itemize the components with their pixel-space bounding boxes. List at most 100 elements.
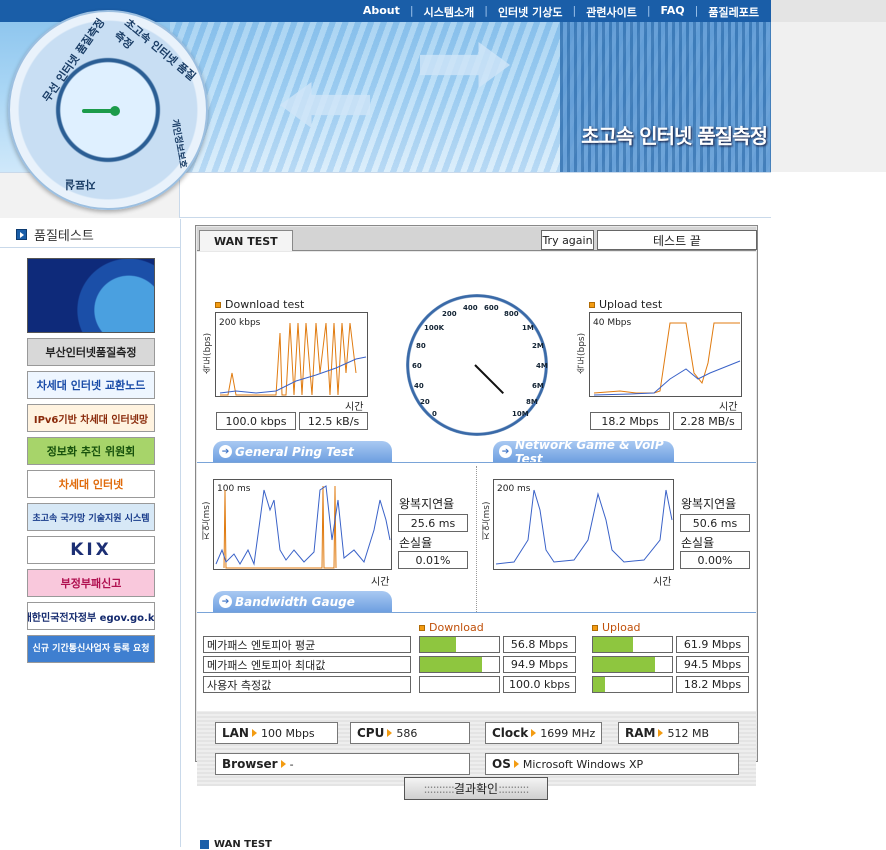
bandwidth-upload-heading: Upload xyxy=(592,621,641,634)
sidebar-link-next-internet[interactable]: 차세대 인터넷 xyxy=(27,470,155,498)
clock-label: Clock xyxy=(492,726,529,740)
bottom-section-heading: WAN TEST xyxy=(200,839,272,850)
upload-bar xyxy=(592,676,673,693)
nav-faq[interactable]: FAQ xyxy=(661,4,685,20)
upload-bar-fill xyxy=(593,677,605,692)
browser-value: - xyxy=(289,757,294,771)
bullet-icon xyxy=(215,301,221,308)
download-bar xyxy=(419,636,500,653)
ram-info: RAM 512 MB xyxy=(618,722,739,744)
sidebar-link-ipv6[interactable]: IPv6기반 차세대 인터넷망 xyxy=(27,404,155,432)
sidebar-link-corruption-report[interactable]: 부정부패신고 xyxy=(27,569,155,597)
gauge-tick-6m: 6M xyxy=(532,382,544,390)
sidebar-link-busan[interactable]: 부산인터넷품질측정 xyxy=(27,338,155,366)
dial-hub xyxy=(110,106,120,116)
nav-internet-weather[interactable]: 인터넷 기상도 xyxy=(498,4,563,20)
wan-test-panel: WAN TEST Try again 테스트 끝 Download test 속… xyxy=(195,225,758,786)
download-bar xyxy=(419,656,500,673)
bandwidth-download-label: Download xyxy=(429,621,484,634)
sidebar-link-kix[interactable]: KIX xyxy=(27,536,155,564)
sidebar-link-informatization[interactable]: 정보화 추진 위원회 xyxy=(27,437,155,465)
download-test-heading: Download test xyxy=(215,298,304,311)
game-rtt-label: 왕복지연율 xyxy=(681,497,737,511)
bandwidth-upload-label: Upload xyxy=(602,621,641,634)
sidebar-link-egov[interactable]: 대한민국전자정부 egov.go.kr xyxy=(27,602,155,630)
ping-xlabel: 시간 xyxy=(371,577,390,588)
sidebar-heading-text: 품질테스트 xyxy=(34,229,94,244)
gauge-tick-100k: 100K xyxy=(424,324,445,332)
upload-bar-value: 18.2 Mbps xyxy=(676,676,749,693)
game-latency-line xyxy=(495,489,673,565)
tab-wan-test[interactable]: WAN TEST xyxy=(199,230,293,251)
upload-mbs: 2.28 MB/s xyxy=(673,412,742,430)
arrow-circle-icon: ➔ xyxy=(499,445,512,458)
upload-graph: 40 Mbps xyxy=(589,312,742,397)
download-kbs: 12.5 kB/s xyxy=(299,412,368,430)
ram-label: RAM xyxy=(625,726,656,740)
bullet-icon xyxy=(589,301,595,308)
globe-banner[interactable] xyxy=(27,258,155,333)
os-label: OS xyxy=(492,757,511,771)
lan-info: LAN 100 Mbps xyxy=(215,722,338,744)
triangle-icon xyxy=(387,729,393,737)
download-bar-fill xyxy=(420,637,457,652)
gauge-tick-2m: 2M xyxy=(532,342,544,350)
ping-loss-label: 손실율 xyxy=(399,536,433,550)
browser-label: Browser xyxy=(222,757,278,771)
gauge-tick-400: 400 xyxy=(463,304,478,312)
upload-bar-fill xyxy=(593,637,633,652)
arrow-square-icon xyxy=(200,840,209,849)
sidebar-heading: 품질테스트 xyxy=(16,225,94,244)
gauge-tick-8m: 8M xyxy=(526,398,538,406)
download-bar-value: 100.0 kbps xyxy=(503,676,576,693)
triangle-icon xyxy=(658,729,664,737)
gauge-tick-1m: 1M xyxy=(522,324,534,332)
ping-rtt-label: 왕복지연율 xyxy=(399,497,455,511)
ping-scale: 100 ms xyxy=(217,484,251,494)
cpu-label: CPU xyxy=(357,726,385,740)
top-nav: About | 시스템소개 | 인터넷 기상도 | 관련사이트 | FAQ | 품질레포트 xyxy=(362,4,759,20)
upload-bar xyxy=(592,636,673,653)
nav-about[interactable]: About xyxy=(363,4,400,20)
result-check-button[interactable]: :::::::::: 결과확인:::::::::: xyxy=(404,777,548,800)
speed-gauge: 100K 200 400 600 800 1M 2M 4M 6M 8M 10M … xyxy=(406,294,548,436)
triangle-icon xyxy=(251,729,257,737)
try-again-button[interactable]: Try again xyxy=(541,230,594,250)
sidebar-link-carrier-registration[interactable]: 신규 기간통신사업자 등록 요청 xyxy=(27,635,155,663)
sidebar-link-next-gen-exchange[interactable]: 차세대 인터넷 교환노드 xyxy=(27,371,155,399)
cpu-info: CPU 586 xyxy=(350,722,470,744)
lan-value: 100 Mbps xyxy=(260,726,315,740)
gauge-tick-60: 60 xyxy=(412,362,422,370)
download-bar xyxy=(419,676,500,693)
gauge-tick-200: 200 xyxy=(442,310,457,318)
arrow-circle-icon: ➔ xyxy=(219,445,232,458)
bullet-icon xyxy=(419,624,425,631)
nav-related-sites[interactable]: 관련사이트 xyxy=(586,4,637,20)
gauge-tick-40: 40 xyxy=(414,382,424,390)
download-kbps: 100.0 kbps xyxy=(216,412,296,430)
download-speed-line xyxy=(220,322,357,396)
nav-quality-report[interactable]: 품질레포트 xyxy=(708,4,759,20)
sidebar-link-support-system[interactable]: 초고속 국가망 기술지원 시스템 xyxy=(27,503,155,531)
game-xlabel: 시간 xyxy=(653,577,672,588)
download-scale: 200 kbps xyxy=(219,318,261,328)
dial-label-library[interactable]: 자료실 xyxy=(65,177,95,193)
upload-ylabel: 속도(bps) xyxy=(577,332,587,374)
upload-bar-fill xyxy=(593,657,655,672)
upload-chart-svg: 40 Mbps xyxy=(593,318,741,396)
ram-value: 512 MB xyxy=(667,726,709,740)
game-test-header: ➔ Network Game & VoIP Test xyxy=(493,438,674,466)
nav-system-intro[interactable]: 시스템소개 xyxy=(424,4,475,20)
dial-label-privacy[interactable]: 개인정보보호 xyxy=(169,118,190,169)
right-gutter xyxy=(771,0,886,172)
bandwidth-row-label: 메가패스 엔토피아 평균 xyxy=(203,636,411,653)
game-chart-svg: 200 ms xyxy=(495,484,673,565)
section-divider xyxy=(197,462,756,463)
triangle-icon xyxy=(531,729,537,737)
download-graph: 200 kbps xyxy=(215,312,368,397)
dial-label-wireless[interactable]: 무선 인터넷 품질측정 xyxy=(39,15,109,105)
menu-dial[interactable]: 무선 인터넷 품질측정 초고속 인터넷 품질측정 개인정보보호 자료실 xyxy=(8,10,208,210)
gauge-tick-4m: 4M xyxy=(536,362,548,370)
ping-loss-value: 0.01% xyxy=(398,551,468,569)
game-ylabel: 지연(ms) xyxy=(482,501,492,540)
